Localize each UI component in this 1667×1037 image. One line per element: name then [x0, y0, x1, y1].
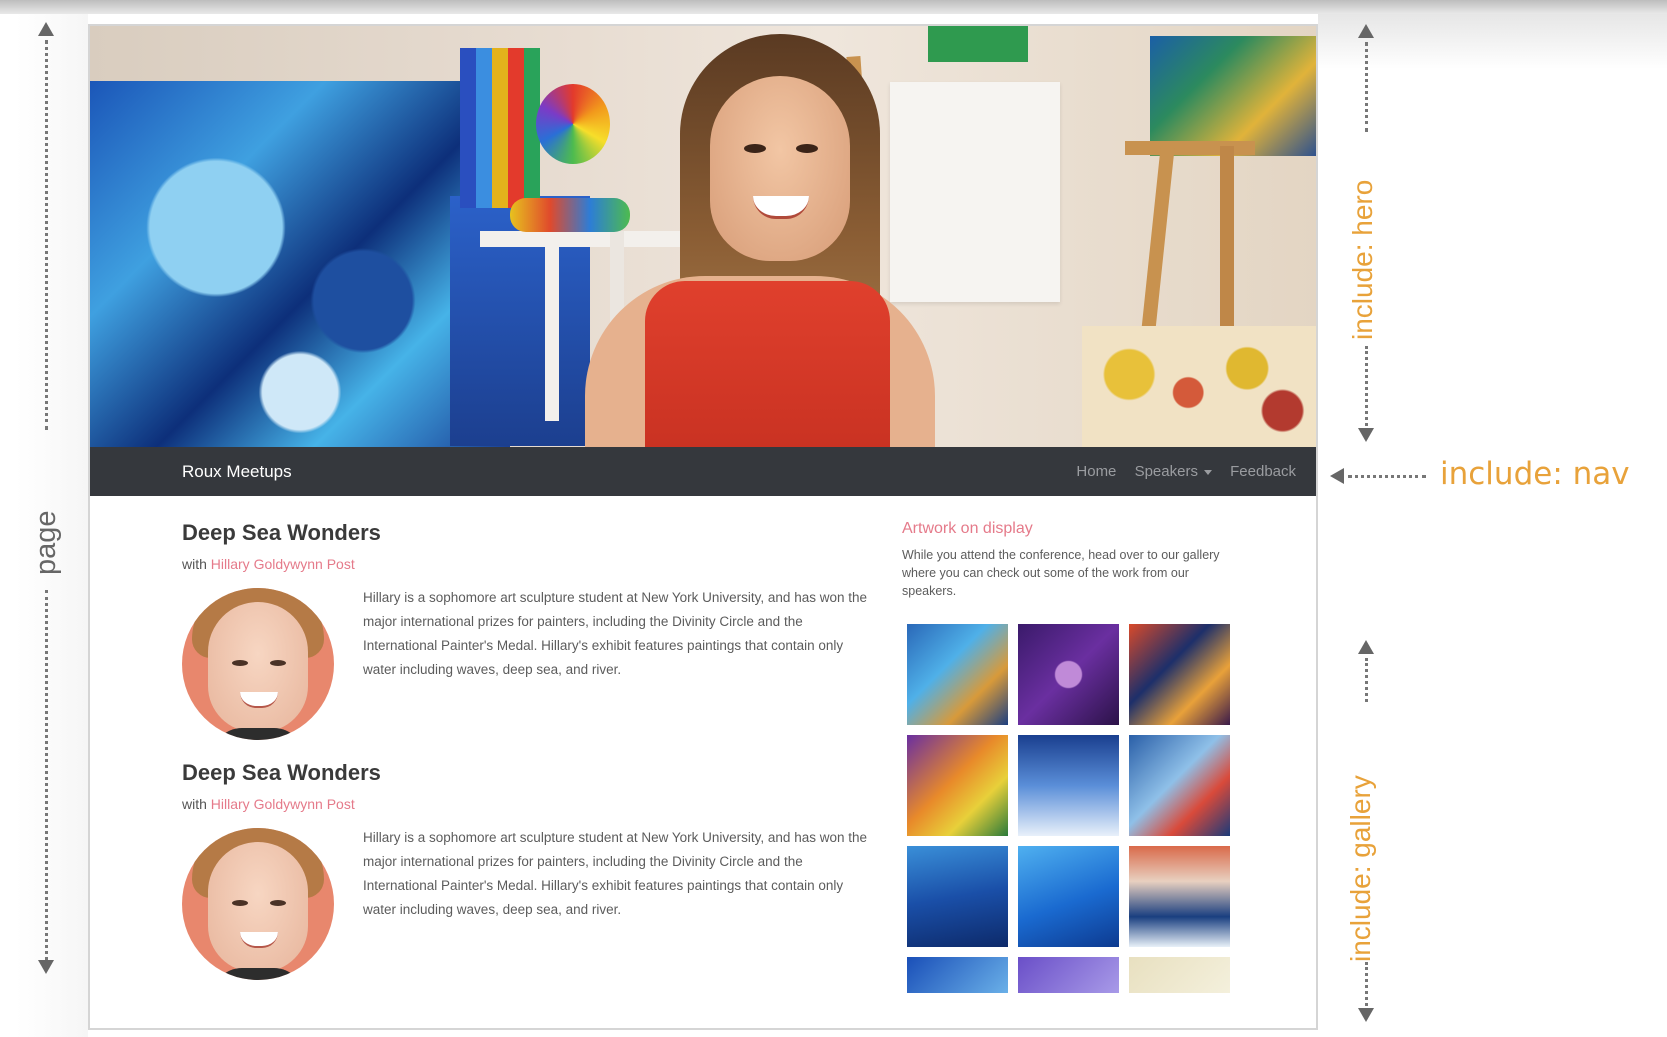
gallery-thumbnail[interactable] [1018, 957, 1119, 993]
gallery-dotted-line-top [1365, 658, 1368, 702]
gallery-thumbnail[interactable] [1129, 624, 1230, 725]
gallery-thumbnail[interactable] [1129, 957, 1230, 993]
page-dotted-line-bottom [45, 590, 48, 960]
session-card: Deep Sea Wonders with Hillary Goldywynn … [182, 498, 882, 740]
hero-image [90, 26, 1316, 447]
gallery-arrow-down-icon [1358, 1008, 1374, 1022]
hero-person-face [710, 76, 850, 261]
page-arrow-up-icon [38, 22, 54, 36]
hero-paint-stripes [460, 48, 540, 208]
session-description: Hillary is a sophomore art sculpture stu… [363, 830, 867, 917]
hero-shelf-leg [545, 231, 559, 421]
page-arrow-down-icon [38, 960, 54, 974]
avatar-eye [270, 660, 286, 666]
session-description: Hillary is a sophomore art sculpture stu… [363, 590, 867, 677]
session-title: Deep Sea Wonders [182, 520, 381, 545]
gallery-thumbnail[interactable] [1129, 846, 1230, 947]
sidebar-title: Artwork on display [902, 520, 1033, 537]
nav-arrow-left-icon [1330, 468, 1344, 484]
nav-link-speakers-label: Speakers [1134, 463, 1198, 480]
hero-arrow-down-icon [1358, 428, 1374, 442]
page-frame: Roux Meetups Home Speakers Feedback Deep… [88, 24, 1318, 1030]
gallery-sidebar: Artwork on display While you attend the … [902, 500, 1242, 600]
avatar-face [208, 602, 308, 732]
page-dotted-line-top [45, 40, 48, 430]
gallery-thumbnail[interactable] [907, 624, 1008, 725]
hero-abstract-painting [90, 81, 510, 447]
gallery-thumbnail[interactable] [1018, 735, 1119, 836]
gallery-thumbnail[interactable] [907, 735, 1008, 836]
gallery-arrow-up-icon [1358, 640, 1374, 654]
hero-color-wheel [536, 84, 610, 164]
nav-link-speakers[interactable]: Speakers [1135, 463, 1212, 480]
speaker-link[interactable]: Hillary Goldywynn Post [211, 556, 355, 572]
avatar-eye [232, 660, 248, 666]
session-title: Deep Sea Wonders [182, 760, 381, 785]
slide-shadow [1318, 14, 1667, 69]
hero-easel [1125, 141, 1255, 155]
nav-links: Home Speakers Feedback [1062, 463, 1296, 480]
hero-paint-balls [510, 198, 630, 232]
speaker-link[interactable]: Hillary Goldywynn Post [211, 796, 355, 812]
gallery-thumbnail[interactable] [907, 846, 1008, 947]
nav-link-home[interactable]: Home [1076, 463, 1116, 480]
session-speaker-line: with Hillary Goldywynn Post [182, 556, 882, 572]
hero-blank-canvas [890, 82, 1060, 302]
gallery-thumbnail[interactable] [1018, 846, 1119, 947]
hero-person-eye [796, 144, 818, 153]
hero-dotted-line-bottom [1365, 346, 1368, 426]
hero-person-apron [645, 281, 890, 447]
session-with-label: with [182, 796, 207, 812]
session-speaker-line: with Hillary Goldywynn Post [182, 796, 882, 812]
session-with-label: with [182, 556, 207, 572]
session-card: Deep Sea Wonders with Hillary Goldywynn … [182, 738, 882, 980]
brand-link[interactable]: Roux Meetups [182, 462, 292, 482]
nav-dotted-line [1348, 475, 1426, 478]
hero-green-canvas [928, 26, 1028, 62]
hero-painting-top-right [1150, 36, 1316, 156]
hero-dotted-line-top [1365, 42, 1368, 132]
hero-flower-painting [1082, 326, 1316, 447]
avatar-face [208, 842, 308, 972]
hero-arrow-up-icon [1358, 24, 1374, 38]
sidebar-description: While you attend the conference, head ov… [902, 548, 1220, 598]
slide-top-bar [0, 0, 1667, 14]
annotation-nav-label: include: nav [1440, 456, 1630, 492]
speaker-avatar [182, 588, 334, 740]
annotation-hero-label: include: hero [1347, 179, 1378, 340]
gallery-thumbnail[interactable] [1129, 735, 1230, 836]
gallery-thumbnail[interactable] [1018, 624, 1119, 725]
nav-link-feedback[interactable]: Feedback [1230, 463, 1296, 480]
gallery-thumbnail[interactable] [907, 957, 1008, 993]
avatar-shirt [212, 968, 304, 980]
avatar-eye [232, 900, 248, 906]
annotation-gallery-label: include: gallery [1345, 775, 1376, 962]
speaker-avatar [182, 828, 334, 980]
gallery-dotted-line-bottom [1365, 962, 1368, 1006]
caret-down-icon [1203, 469, 1212, 475]
hero-person-eye [744, 144, 766, 153]
navbar: Roux Meetups Home Speakers Feedback [90, 447, 1316, 496]
avatar-eye [270, 900, 286, 906]
